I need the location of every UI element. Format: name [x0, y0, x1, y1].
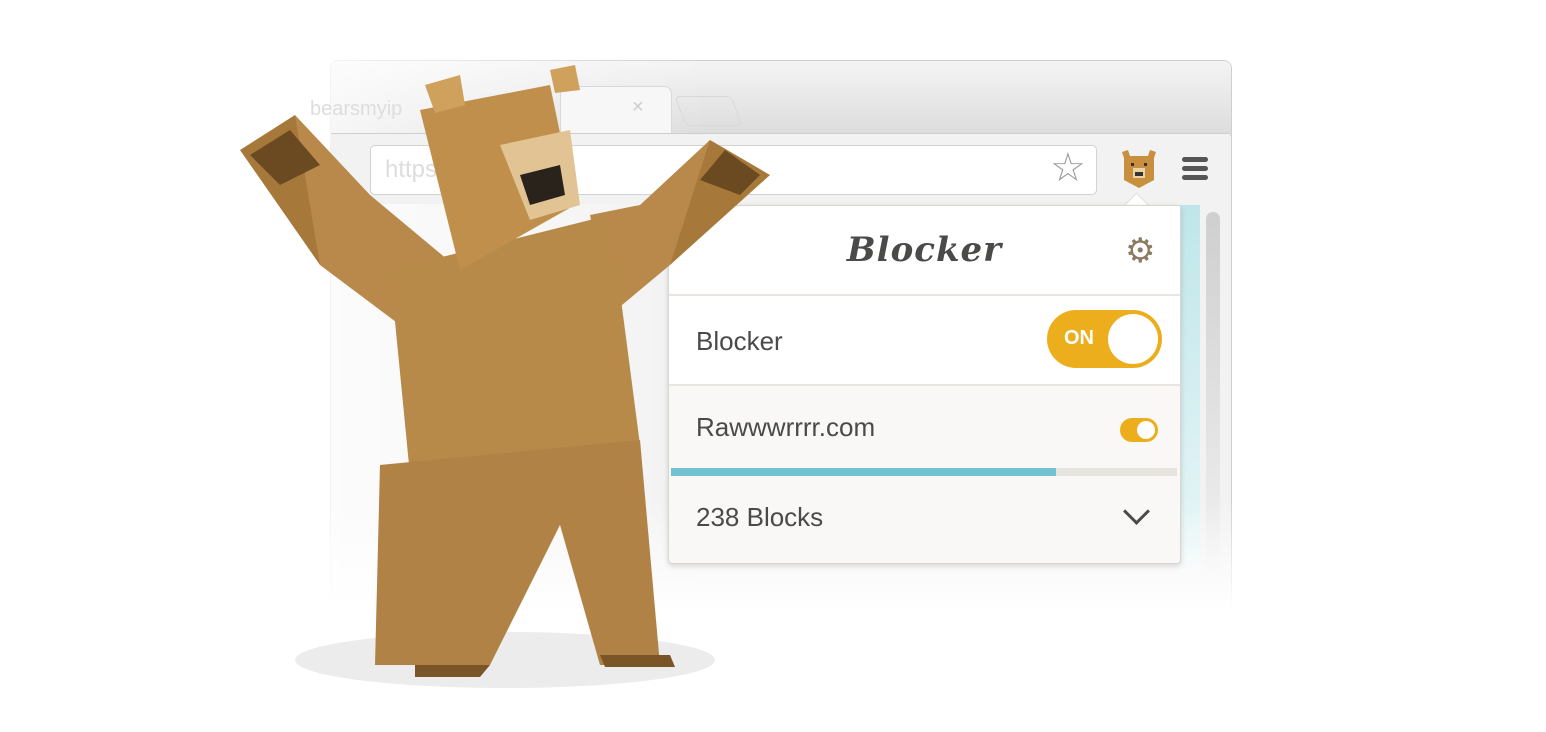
chevron-down-icon[interactable]	[1123, 498, 1150, 525]
hamburger-menu-icon[interactable]	[1182, 157, 1208, 184]
toggle-knob	[1137, 421, 1155, 439]
toggle-state: ON	[1064, 327, 1094, 349]
blocker-toggle[interactable]: ON	[1047, 310, 1162, 368]
bookmark-star-icon[interactable]: ☆	[1050, 148, 1086, 188]
site-toggle[interactable]	[1120, 418, 1158, 442]
bear-illustration	[240, 65, 770, 688]
bear-extension-icon[interactable]	[1120, 150, 1158, 193]
toggle-knob	[1108, 314, 1158, 364]
gear-icon[interactable]: ⚙	[1125, 234, 1155, 268]
